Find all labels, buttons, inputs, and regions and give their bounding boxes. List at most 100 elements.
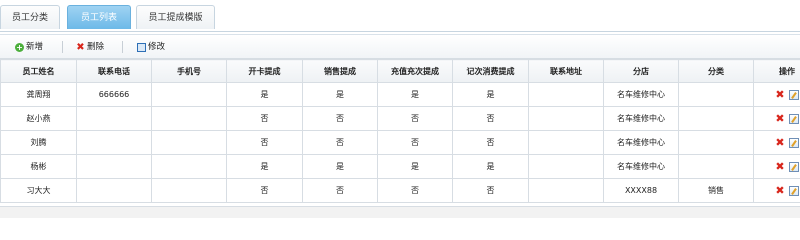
cell-address — [528, 106, 604, 131]
cell-mobile — [151, 82, 227, 107]
cell-category — [678, 130, 754, 155]
edit-row-icon[interactable] — [788, 89, 799, 100]
table-row[interactable]: 刘腾 否 否 否 否 名车维修中心 ✖ — [0, 130, 800, 155]
column-header-branch[interactable]: 分店 — [603, 59, 679, 83]
tab-bar: 员工分类 员工列表 员工提成模版 — [0, 0, 800, 32]
cell-branch: 名车维修中心 — [603, 106, 679, 131]
tab-employee-category[interactable]: 员工分类 — [0, 5, 60, 29]
delete-row-icon[interactable]: ✖ — [775, 161, 784, 172]
cell-card-commission: 否 — [226, 130, 303, 155]
cell-name: 杨彬 — [0, 154, 77, 179]
cell-category — [678, 82, 754, 107]
cell-sales-commission: 否 — [302, 130, 378, 155]
column-header-consumption-commission[interactable]: 记次消费提成 — [452, 59, 529, 83]
cell-actions: ✖ — [753, 130, 800, 155]
cell-recharge-commission: 否 — [377, 130, 453, 155]
cell-mobile — [151, 106, 227, 131]
toolbar: + 新增 ✖ 删除 修改 — [0, 35, 800, 59]
cell-category — [678, 154, 754, 179]
cell-phone: 666666 — [76, 82, 152, 107]
cell-address — [528, 178, 604, 203]
cell-consumption-commission: 是 — [452, 82, 529, 107]
cell-consumption-commission: 是 — [452, 154, 529, 179]
column-header-address[interactable]: 联系地址 — [528, 59, 604, 83]
cell-recharge-commission: 否 — [377, 178, 453, 203]
toolbar-separator — [122, 41, 123, 53]
cell-consumption-commission: 否 — [452, 130, 529, 155]
cell-recharge-commission: 是 — [377, 82, 453, 107]
edit-row-icon[interactable] — [788, 137, 799, 148]
add-button[interactable]: + 新增 — [15, 40, 43, 54]
delete-button[interactable]: ✖ 删除 — [76, 40, 104, 54]
edit-icon — [137, 42, 146, 52]
edit-button[interactable]: 修改 — [137, 40, 165, 54]
cell-branch: 名车维修中心 — [603, 154, 679, 179]
column-header-mobile[interactable]: 手机号 — [151, 59, 227, 83]
edit-row-icon[interactable] — [788, 185, 799, 196]
cell-actions: ✖ — [753, 154, 800, 179]
cell-phone — [76, 130, 152, 155]
cell-sales-commission: 是 — [302, 154, 378, 179]
delete-row-icon[interactable]: ✖ — [775, 89, 784, 100]
cell-branch: 名车维修中心 — [603, 130, 679, 155]
employee-list-panel: + 新增 ✖ 删除 修改 员工姓名 联系电话 手机号 开卡提成 销售提成 充值充… — [0, 34, 800, 218]
edit-row-icon[interactable] — [788, 113, 799, 124]
cell-address — [528, 82, 604, 107]
cell-address — [528, 154, 604, 179]
cell-sales-commission: 否 — [302, 106, 378, 131]
cell-mobile — [151, 178, 227, 203]
cell-name: 习大大 — [0, 178, 77, 203]
column-header-sales-commission[interactable]: 销售提成 — [302, 59, 378, 83]
tab-commission-template[interactable]: 员工提成模版 — [136, 5, 215, 29]
cell-actions: ✖ — [753, 82, 800, 107]
cell-name: 刘腾 — [0, 130, 77, 155]
delete-button-label: 删除 — [87, 42, 105, 52]
cell-card-commission: 是 — [226, 82, 303, 107]
cell-name: 龚周翔 — [0, 82, 77, 107]
horizontal-scrollbar[interactable] — [0, 206, 800, 218]
employee-table: 员工姓名 联系电话 手机号 开卡提成 销售提成 充值充次提成 记次消费提成 联系… — [0, 59, 800, 203]
cell-actions: ✖ — [753, 106, 800, 131]
cell-card-commission: 否 — [226, 178, 303, 203]
cell-branch: 名车维修中心 — [603, 82, 679, 107]
cell-card-commission: 否 — [226, 106, 303, 131]
column-header-card-commission[interactable]: 开卡提成 — [226, 59, 303, 83]
edit-row-icon[interactable] — [788, 161, 799, 172]
cell-phone — [76, 154, 152, 179]
x-icon: ✖ — [76, 41, 85, 53]
plus-circle-icon: + — [15, 42, 24, 52]
cell-recharge-commission: 否 — [377, 106, 453, 131]
table-row[interactable]: 习大大 否 否 否 否 XXXX88 销售 ✖ — [0, 178, 800, 203]
cell-consumption-commission: 否 — [452, 178, 529, 203]
delete-row-icon[interactable]: ✖ — [775, 113, 784, 124]
delete-row-icon[interactable]: ✖ — [775, 137, 784, 148]
column-header-actions: 操作 — [753, 59, 800, 83]
cell-category — [678, 106, 754, 131]
cell-card-commission: 是 — [226, 154, 303, 179]
toolbar-separator — [62, 41, 63, 53]
cell-phone — [76, 106, 152, 131]
table-row[interactable]: 龚周翔 666666 是 是 是 是 名车维修中心 ✖ — [0, 82, 800, 107]
cell-mobile — [151, 130, 227, 155]
column-header-category[interactable]: 分类 — [678, 59, 754, 83]
cell-actions: ✖ — [753, 178, 800, 203]
table-row[interactable]: 杨彬 是 是 是 是 名车维修中心 ✖ — [0, 154, 800, 179]
add-button-label: 新增 — [26, 42, 44, 52]
cell-consumption-commission: 否 — [452, 106, 529, 131]
cell-recharge-commission: 是 — [377, 154, 453, 179]
table-header-row: 员工姓名 联系电话 手机号 开卡提成 销售提成 充值充次提成 记次消费提成 联系… — [0, 59, 800, 83]
table-row[interactable]: 赵小燕 否 否 否 否 名车维修中心 ✖ — [0, 106, 800, 131]
cell-address — [528, 130, 604, 155]
delete-row-icon[interactable]: ✖ — [775, 185, 784, 196]
cell-sales-commission: 否 — [302, 178, 378, 203]
column-header-name[interactable]: 员工姓名 — [0, 59, 77, 83]
cell-phone — [76, 178, 152, 203]
cell-name: 赵小燕 — [0, 106, 77, 131]
cell-mobile — [151, 154, 227, 179]
tab-employee-list[interactable]: 员工列表 — [67, 5, 131, 29]
cell-category: 销售 — [678, 178, 754, 203]
edit-button-label: 修改 — [148, 42, 166, 52]
column-header-phone[interactable]: 联系电话 — [76, 59, 152, 83]
column-header-recharge-commission[interactable]: 充值充次提成 — [377, 59, 453, 83]
cell-sales-commission: 是 — [302, 82, 378, 107]
